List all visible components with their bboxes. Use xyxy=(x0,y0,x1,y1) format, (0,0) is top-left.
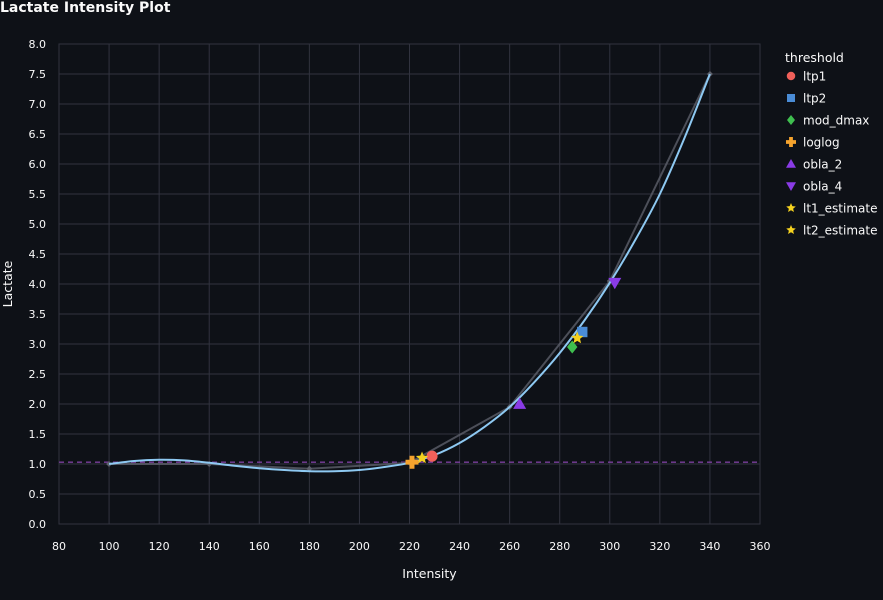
y-tick-label: 4.0 xyxy=(29,278,47,291)
legend-label-ltp1[interactable]: ltp1 xyxy=(803,70,826,84)
legend-label-mod-dmax[interactable]: mod_dmax xyxy=(803,114,869,128)
y-tick-label: 6.0 xyxy=(29,158,47,171)
legend-marker-loglog[interactable] xyxy=(786,137,796,147)
x-tick-label: 320 xyxy=(649,540,670,553)
legend-marker-obla-4[interactable] xyxy=(786,182,796,191)
legend-marker-lt2-estimate[interactable] xyxy=(786,225,796,235)
y-tick-label: 1.0 xyxy=(29,458,47,471)
x-tick-label: 100 xyxy=(99,540,120,553)
legend-marker-lt1-estimate[interactable] xyxy=(786,203,796,213)
y-tick-label: 0.0 xyxy=(29,518,47,531)
x-tick-label: 220 xyxy=(399,540,420,553)
legend-title: threshold xyxy=(785,50,844,65)
y-tick-label: 5.5 xyxy=(29,188,47,201)
x-tick-label: 360 xyxy=(750,540,771,553)
y-tick-label: 8.0 xyxy=(29,38,47,51)
x-tick-label: 120 xyxy=(149,540,170,553)
lactate-chart[interactable]: 80 100 120 140 160 180 200 220 240 260 280 300 320 34… xyxy=(0,0,883,600)
legend-marker-ltp1[interactable] xyxy=(786,71,796,81)
legend-label-obla-4[interactable]: obla_4 xyxy=(803,180,842,194)
threshold-point-loglog[interactable] xyxy=(405,455,419,469)
x-tick-label: 300 xyxy=(599,540,620,553)
y-tick-label: 5.0 xyxy=(29,218,47,231)
legend-label-ltp2[interactable]: ltp2 xyxy=(803,92,826,106)
y-tick-label: 1.5 xyxy=(29,428,47,441)
y-tick-label: 7.0 xyxy=(29,98,47,111)
y-tick-label: 3.5 xyxy=(29,308,47,321)
x-tick-label: 180 xyxy=(299,540,320,553)
threshold-point-ltp1[interactable] xyxy=(426,450,438,462)
legend-marker-ltp2[interactable] xyxy=(787,94,795,102)
x-tick-label: 240 xyxy=(449,540,470,553)
legend-label-lt1-estimate[interactable]: lt1_estimate xyxy=(803,202,877,216)
x-tick-label: 160 xyxy=(249,540,270,553)
legend-label-obla-2[interactable]: obla_2 xyxy=(803,158,842,172)
legend-marker-mod-dmax[interactable] xyxy=(787,115,795,125)
y-tick-label: 0.5 xyxy=(29,488,47,501)
x-tick-label: 340 xyxy=(699,540,720,553)
legend-label-lt2-estimate[interactable]: lt2_estimate xyxy=(803,224,877,238)
x-tick-label: 80 xyxy=(52,540,66,553)
y-tick-label: 2.0 xyxy=(29,398,47,411)
x-tick-label: 200 xyxy=(349,540,370,553)
y-axis-title: Lactate xyxy=(0,260,15,307)
x-tick-label: 140 xyxy=(199,540,220,553)
x-tick-label: 280 xyxy=(549,540,570,553)
legend-marker-obla-2[interactable] xyxy=(786,159,796,168)
x-tick-label: 260 xyxy=(499,540,520,553)
legend-label-loglog[interactable]: loglog xyxy=(803,136,840,150)
y-tick-label: 4.5 xyxy=(29,248,47,261)
y-tick-label: 2.5 xyxy=(29,368,47,381)
y-tick-label: 7.5 xyxy=(29,68,47,81)
y-tick-label: 3.0 xyxy=(29,338,47,351)
x-axis-title: Intensity xyxy=(402,566,457,581)
y-tick-label: 6.5 xyxy=(29,128,47,141)
